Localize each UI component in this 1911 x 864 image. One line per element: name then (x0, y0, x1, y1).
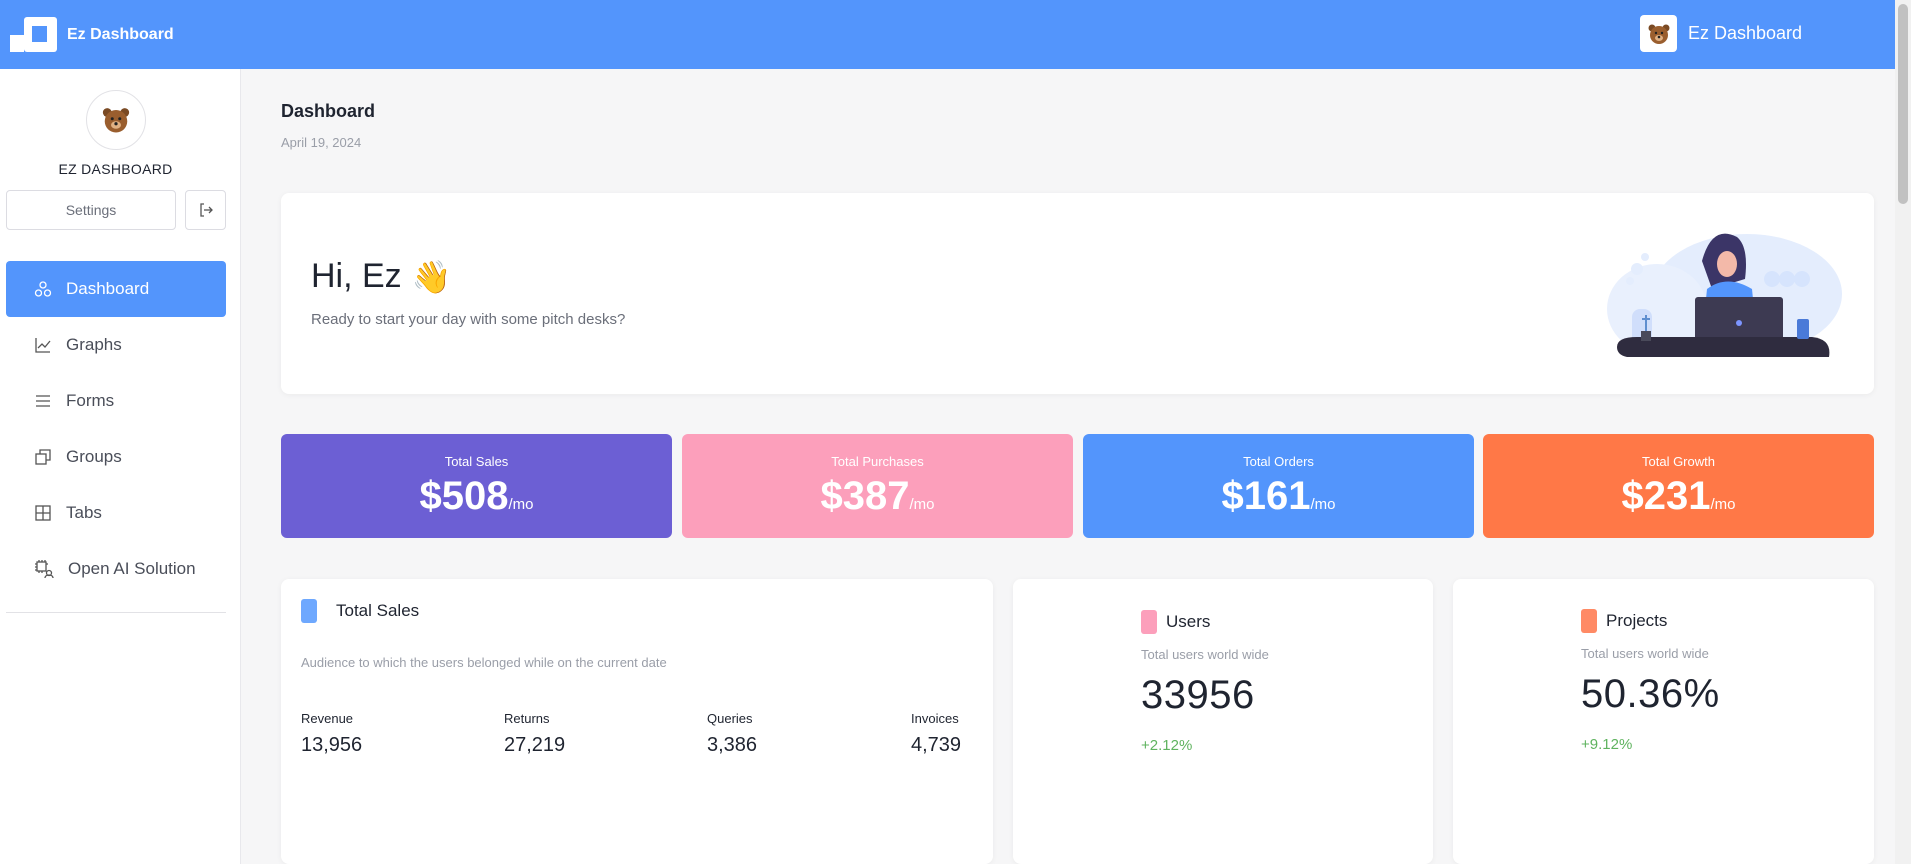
page-date: April 19, 2024 (281, 135, 362, 150)
metric-value-invoices: 4,739 (911, 734, 962, 756)
sidebar-item-label: Open AI Solution (68, 559, 196, 578)
greeting-subtitle: Ready to start your day with some pitch … (311, 311, 626, 328)
users-count: 33956 (1141, 673, 1255, 717)
sidebar-divider (6, 612, 226, 613)
page-title: Dashboard (281, 101, 376, 121)
brand-name: Ez Dashboard (67, 25, 174, 43)
projects-change: +9.12% (1581, 736, 1633, 753)
stat-label: Total Orders (1243, 454, 1314, 469)
sidebar-nav: Dashboard Graphs Forms Groups Tabs Open … (6, 261, 226, 597)
page-scrollbar[interactable] (1895, 0, 1911, 864)
sidebar-item-label: Graphs (66, 335, 122, 354)
stat-label: Total Purchases (831, 454, 924, 469)
metric-label-revenue: Revenue (301, 711, 354, 726)
users-change: +2.12% (1141, 737, 1193, 754)
projects-percentage: 50.36% (1581, 672, 1720, 716)
stat-value: $161/mo (1221, 474, 1336, 518)
sidebar-item-tabs[interactable]: Tabs (6, 485, 226, 541)
metric-label-queries: Queries (707, 711, 753, 726)
scrollbar-thumb[interactable] (1898, 4, 1908, 204)
sales-card-title: Total Sales (336, 601, 420, 620)
users-swatch (1141, 610, 1157, 634)
top-bar: Ez Dashboard Ez Dashboard (0, 0, 1895, 69)
sidebar: EZ DASHBOARD Settings Dashboard Graphs F… (0, 69, 241, 864)
sales-swatch (301, 599, 317, 623)
projects-card: Projects Total users world wide 50.36% +… (1453, 579, 1874, 864)
waving-hand-icon: 👋 (411, 258, 452, 295)
projects-card-subtitle: Total users world wide (1581, 646, 1709, 661)
sales-card: Total Sales Audience to which the users … (281, 579, 993, 864)
stat-card-total-orders: Total Orders $161/mo (1083, 434, 1474, 538)
projects-card-title: Projects (1606, 611, 1668, 630)
logout-icon (199, 203, 213, 217)
stat-label: Total Sales (444, 454, 509, 469)
profile-name: EZ DASHBOARD (58, 161, 173, 177)
stat-value: $231/mo (1621, 474, 1736, 518)
metric-label-invoices: Invoices (911, 711, 959, 726)
bear-avatar-icon (1640, 15, 1677, 52)
sidebar-item-groups[interactable]: Groups (6, 429, 226, 485)
sidebar-item-dashboard[interactable]: Dashboard (6, 261, 226, 317)
stat-value: $508/mo (419, 474, 534, 518)
metric-value-returns: 27,219 (504, 734, 566, 756)
sidebar-item-open-ai-solution[interactable]: Open AI Solution (6, 541, 226, 597)
stat-card-total-growth: Total Growth $231/mo (1483, 434, 1874, 538)
users-card: Users Total users world wide 33956 +2.12… (1013, 579, 1433, 864)
brand-logo-icon (10, 17, 57, 52)
sidebar-item-forms[interactable]: Forms (6, 373, 226, 429)
groups-icon (35, 449, 51, 465)
sidebar-item-label: Groups (66, 447, 122, 466)
settings-button[interactable]: Settings (6, 190, 176, 230)
metric-value-revenue: 13,956 (301, 734, 363, 756)
stat-value: $387/mo (820, 474, 935, 518)
users-card-subtitle: Total users world wide (1141, 647, 1269, 662)
sidebar-item-label: Forms (66, 391, 115, 410)
logout-button[interactable] (185, 190, 226, 230)
graph-icon (35, 338, 51, 353)
woman-at-laptop-illustration (1607, 233, 1842, 357)
metric-value-queries: 3,386 (707, 734, 758, 756)
sidebar-item-label: Dashboard (66, 279, 150, 298)
grid-icon (35, 505, 51, 521)
profile-avatar (86, 90, 146, 150)
bear-icon (102, 108, 130, 133)
dashboard-icon (34, 281, 52, 297)
user-menu[interactable]: Ez Dashboard (1640, 15, 1802, 52)
sidebar-item-label: Tabs (66, 503, 102, 522)
sales-card-subtitle: Audience to which the users belonged whi… (301, 655, 667, 670)
top-user-name: Ez Dashboard (1688, 23, 1803, 43)
metric-label-returns: Returns (504, 711, 550, 726)
greeting: Hi, Ez 👋 (311, 257, 452, 296)
stat-label: Total Growth (1642, 454, 1715, 469)
menu-lines-icon (36, 395, 50, 407)
users-card-title: Users (1166, 612, 1211, 631)
ai-icon (35, 560, 54, 579)
stat-card-total-sales: Total Sales $508/mo (281, 434, 672, 538)
brand[interactable]: Ez Dashboard (10, 17, 174, 52)
projects-swatch (1581, 609, 1597, 633)
welcome-card: Hi, Ez 👋 Ready to start your day with so… (281, 193, 1874, 394)
sidebar-item-graphs[interactable]: Graphs (6, 317, 226, 373)
greeting-text: Hi, Ez (311, 257, 402, 295)
stat-card-total-purchases: Total Purchases $387/mo (682, 434, 1073, 538)
